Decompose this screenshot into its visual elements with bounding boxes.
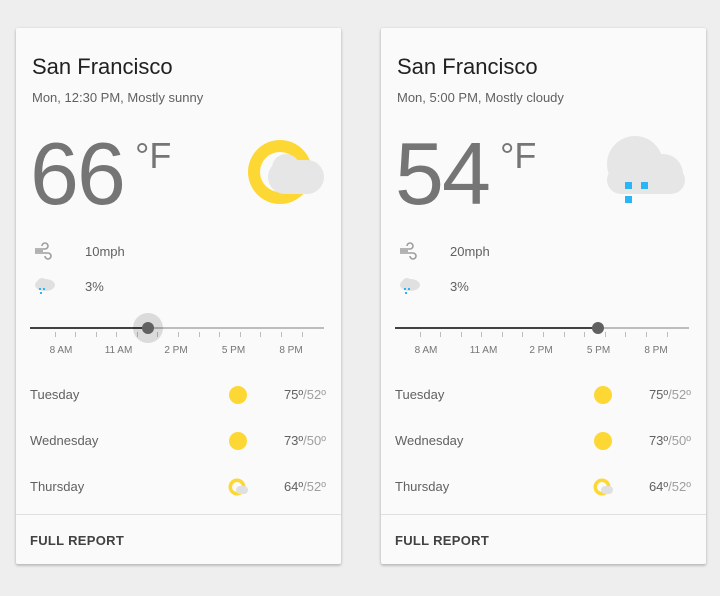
slider-time-label: 5 PM	[586, 345, 611, 356]
precipitation-row: 3%	[397, 275, 597, 299]
slider-time-label: 8 AM	[49, 345, 73, 356]
forecast-high: 75º	[283, 387, 304, 402]
wind-icon	[35, 242, 52, 260]
current-temperature: 54	[395, 124, 491, 223]
rain-cloud-icon	[400, 278, 420, 294]
forecast-high: 73º	[648, 433, 669, 448]
slider-tick	[116, 332, 118, 337]
rain-cloud-icon	[35, 278, 55, 294]
slider-tick	[501, 332, 503, 337]
precipitation-chance: 3%	[450, 279, 469, 294]
slider-tick	[543, 332, 545, 337]
slider-tick	[419, 332, 421, 337]
slider-tick	[522, 332, 524, 337]
forecast-low: /50º	[668, 433, 691, 448]
slider-tick	[584, 332, 586, 337]
slider-tick	[563, 332, 565, 337]
slider-tick	[625, 332, 627, 337]
slider-tick	[666, 332, 668, 337]
time-slider[interactable]: 8 AM 11 AM 2 PM 5 PM 8 PM	[30, 313, 324, 357]
wind-speed: 10mph	[85, 244, 125, 259]
slider-thumb[interactable]	[591, 322, 604, 334]
forecast-row: Tuesday 75º/52º	[395, 383, 691, 407]
sun-icon	[594, 432, 612, 450]
time-slider[interactable]: 8 AM 11 AM 2 PM 5 PM 8 PM	[395, 317, 689, 357]
forecast-day: Thursday	[395, 479, 450, 494]
forecast-row: Thursday 64º/52º	[395, 475, 691, 499]
slider-time-label: 8 PM	[644, 345, 668, 356]
forecast-low: /52º	[668, 479, 691, 494]
precipitation-chance: 3%	[85, 279, 104, 294]
slider-thumb[interactable]	[141, 322, 154, 334]
temperature-unit: °F	[500, 135, 537, 176]
wind-row: 20mph	[397, 240, 597, 264]
slider-time-label: 5 PM	[221, 345, 246, 356]
slider-time-label: 2 PM	[529, 345, 553, 356]
current-temperature: 66	[30, 124, 126, 223]
city-name: San Francisco	[32, 54, 173, 79]
forecast-low: /50º	[303, 433, 326, 448]
slider-tick	[178, 332, 180, 337]
slider-time-label: 8 AM	[414, 345, 438, 356]
forecast-row: Wednesday 73º/50º	[30, 429, 326, 453]
sun-icon	[229, 432, 247, 450]
slider-tick	[280, 332, 282, 337]
forecast-row: Thursday 64º/52º	[30, 475, 326, 499]
slider-tick	[95, 332, 97, 337]
slider-tick	[604, 332, 606, 337]
slider-tick	[301, 332, 303, 337]
slider-time-label: 11 AM	[469, 345, 498, 356]
forecast-low: /52º	[668, 387, 691, 402]
wind-icon	[400, 242, 417, 260]
sun-icon	[229, 386, 247, 404]
forecast-high: 64º	[648, 479, 669, 494]
sun-icon	[594, 386, 612, 404]
slider-tick	[75, 332, 77, 337]
forecast-high: 73º	[283, 433, 304, 448]
slider-time-label: 11 AM	[104, 345, 133, 356]
slider-tick	[481, 332, 483, 337]
slider-tick	[440, 332, 442, 337]
partly-sunny-icon	[228, 478, 248, 496]
forecast-day: Tuesday	[395, 387, 445, 402]
partly-sunny-icon	[593, 478, 613, 496]
full-report-button[interactable]: FULL REPORT	[30, 533, 124, 548]
date-condition: Mon, 5:00 PM, Mostly cloudy	[397, 90, 564, 105]
weather-card: San Francisco Mon, 12:30 PM, Mostly sunn…	[16, 28, 341, 564]
forecast-row: Tuesday 75º/52º	[30, 383, 326, 407]
forecast-row: Wednesday 73º/50º	[395, 429, 691, 453]
temperature-unit: °F	[135, 135, 172, 176]
wind-row: 10mph	[32, 240, 232, 264]
slider-tick	[260, 332, 262, 337]
slider-time-label: 8 PM	[279, 345, 303, 356]
full-report-button[interactable]: FULL REPORT	[395, 533, 489, 548]
slider-tick	[645, 332, 647, 337]
slider-tick	[219, 332, 221, 337]
city-name: San Francisco	[397, 54, 538, 79]
wind-speed: 20mph	[450, 244, 490, 259]
forecast-day: Thursday	[30, 479, 85, 494]
slider-tick	[239, 332, 241, 337]
partly-sunny-icon	[248, 140, 324, 204]
divider	[381, 514, 706, 515]
slider-tick	[460, 332, 462, 337]
precipitation-row: 3%	[32, 275, 232, 299]
slider-tick	[198, 332, 200, 337]
divider	[16, 514, 341, 515]
forecast-day: Wednesday	[395, 433, 464, 448]
weather-card: San Francisco Mon, 5:00 PM, Mostly cloud…	[381, 28, 706, 564]
slider-tick	[54, 332, 56, 337]
forecast-high: 64º	[283, 479, 304, 494]
date-condition: Mon, 12:30 PM, Mostly sunny	[32, 90, 204, 105]
forecast-low: /52º	[303, 387, 326, 402]
forecast-high: 75º	[648, 387, 669, 402]
slider-fill	[30, 327, 148, 329]
rain-cloud-icon	[607, 136, 685, 203]
forecast-low: /52º	[303, 479, 326, 494]
slider-time-label: 2 PM	[164, 345, 188, 356]
forecast-day: Tuesday	[30, 387, 80, 402]
slider-fill	[395, 327, 598, 329]
forecast-day: Wednesday	[30, 433, 99, 448]
